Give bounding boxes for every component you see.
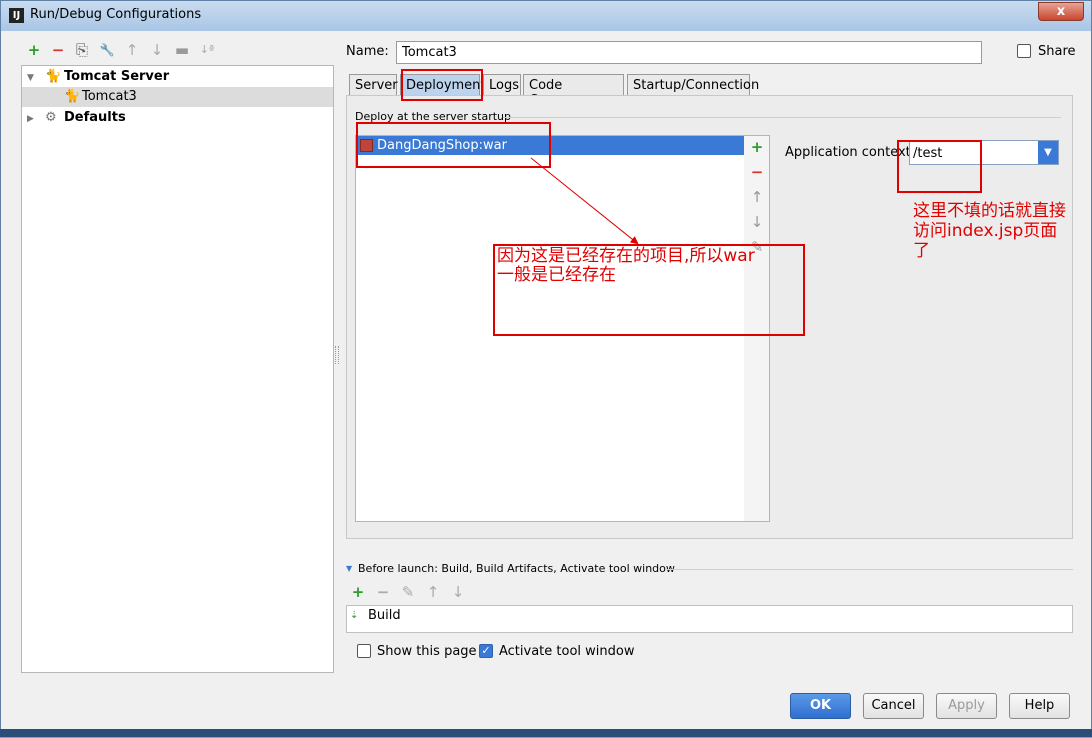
tab-logs[interactable]: Logs bbox=[483, 74, 521, 96]
share-label: Share bbox=[1038, 44, 1076, 59]
move-up-icon[interactable]: ↑ bbox=[123, 41, 141, 59]
title-bar: IJ Run/Debug Configurations x bbox=[1, 1, 1091, 31]
collapse-arrow-icon[interactable]: ▼ bbox=[27, 68, 34, 88]
move-up-icon[interactable]: ↑ bbox=[424, 583, 442, 601]
tab-code-coverage[interactable]: Code Coverage bbox=[523, 74, 624, 108]
share-checkbox[interactable] bbox=[1017, 44, 1031, 58]
copy-icon[interactable]: ⎘ bbox=[73, 41, 91, 59]
before-launch-list: ⇣ Build bbox=[346, 605, 1073, 633]
remove-icon[interactable]: − bbox=[49, 41, 67, 59]
move-down-icon[interactable]: ↓ bbox=[749, 213, 765, 231]
annotation-box-artifact bbox=[356, 122, 551, 168]
window-title: Run/Debug Configurations bbox=[30, 7, 202, 22]
edit-icon[interactable]: ✎ bbox=[399, 583, 417, 601]
intellij-app-icon: IJ bbox=[9, 8, 24, 23]
move-down-icon[interactable]: ↓ bbox=[449, 583, 467, 601]
help-button[interactable]: Help bbox=[1009, 693, 1070, 719]
sort-icon[interactable]: ↓ª bbox=[198, 41, 216, 59]
configurations-tree: ▼ 🐈 Tomcat Server 🐈 Tomcat3 ▶ ⚙ Defaults bbox=[21, 65, 334, 673]
name-label: Name: bbox=[346, 44, 389, 59]
tomcat-icon: 🐈 bbox=[64, 89, 81, 104]
move-up-icon[interactable]: ↑ bbox=[749, 188, 765, 206]
tree-item-label: Tomcat Server bbox=[64, 69, 170, 84]
tab-server[interactable]: Server bbox=[349, 74, 398, 96]
tree-item-label: Defaults bbox=[64, 110, 126, 125]
name-input[interactable] bbox=[396, 41, 982, 64]
tab-startup-connection[interactable]: Startup/Connection bbox=[627, 74, 759, 96]
chevron-down-icon[interactable]: ▼ bbox=[1038, 141, 1058, 164]
annotation-note-line: 一般是已经存在 bbox=[497, 265, 616, 285]
window-close-button[interactable]: x bbox=[1038, 2, 1084, 21]
ok-button[interactable]: OK bbox=[790, 693, 851, 719]
run-debug-dialog: IJ Run/Debug Configurations x + − ⎘ 🔧 ↑ … bbox=[0, 0, 1092, 737]
wrench-icon[interactable]: 🔧 bbox=[98, 41, 116, 59]
annotation-note-line: 访问index.jsp页面 bbox=[913, 221, 1058, 241]
cancel-button[interactable]: Cancel bbox=[863, 693, 924, 719]
folder-icon[interactable]: ▬ bbox=[173, 41, 191, 59]
remove-icon[interactable]: − bbox=[749, 163, 765, 181]
show-page-label: Show this page bbox=[377, 644, 477, 659]
annotation-note-line: 了 bbox=[913, 241, 930, 261]
tree-item-tomcat3[interactable]: 🐈 Tomcat3 bbox=[22, 87, 333, 107]
apply-button[interactable]: Apply bbox=[936, 693, 997, 719]
add-icon[interactable]: + bbox=[25, 41, 43, 59]
section-divider bbox=[503, 117, 1061, 118]
application-context-label: Application context bbox=[785, 145, 911, 160]
add-icon[interactable]: + bbox=[349, 583, 367, 601]
tree-item-defaults[interactable]: ▶ ⚙ Defaults bbox=[22, 108, 333, 128]
wrench-icon: ⚙ bbox=[45, 110, 57, 125]
tomcat-icon: 🐈 bbox=[45, 69, 62, 84]
activate-tool-window-label: Activate tool window bbox=[499, 644, 635, 659]
os-taskbar bbox=[0, 729, 1092, 737]
annotation-box-context bbox=[897, 140, 982, 193]
tree-item-tomcat-server[interactable]: ▼ 🐈 Tomcat Server bbox=[22, 67, 333, 87]
before-launch-label: Before launch: Build, Build Artifacts, A… bbox=[358, 562, 675, 575]
move-down-icon[interactable]: ↓ bbox=[148, 41, 166, 59]
show-page-checkbox[interactable] bbox=[357, 644, 371, 658]
build-icon: ⇣ bbox=[350, 610, 359, 621]
add-icon[interactable]: + bbox=[749, 138, 765, 156]
splitter-handle[interactable] bbox=[335, 346, 339, 364]
collapse-toggle-icon[interactable]: ▼ bbox=[346, 564, 352, 573]
activate-tool-window-checkbox[interactable]: ✓ bbox=[479, 644, 493, 658]
section-divider bbox=[666, 569, 1073, 570]
launch-task-label: Build bbox=[368, 608, 401, 623]
annotation-box-deployment-tab bbox=[401, 69, 483, 101]
remove-icon[interactable]: − bbox=[374, 583, 392, 601]
tree-item-label: Tomcat3 bbox=[82, 89, 137, 104]
annotation-note-line: 这里不填的话就直接 bbox=[913, 201, 1066, 221]
list-item[interactable]: ⇣ Build bbox=[347, 606, 1072, 626]
annotation-note-line: 因为这是已经存在的项目,所以war bbox=[497, 246, 755, 266]
expand-arrow-icon[interactable]: ▶ bbox=[27, 109, 34, 129]
